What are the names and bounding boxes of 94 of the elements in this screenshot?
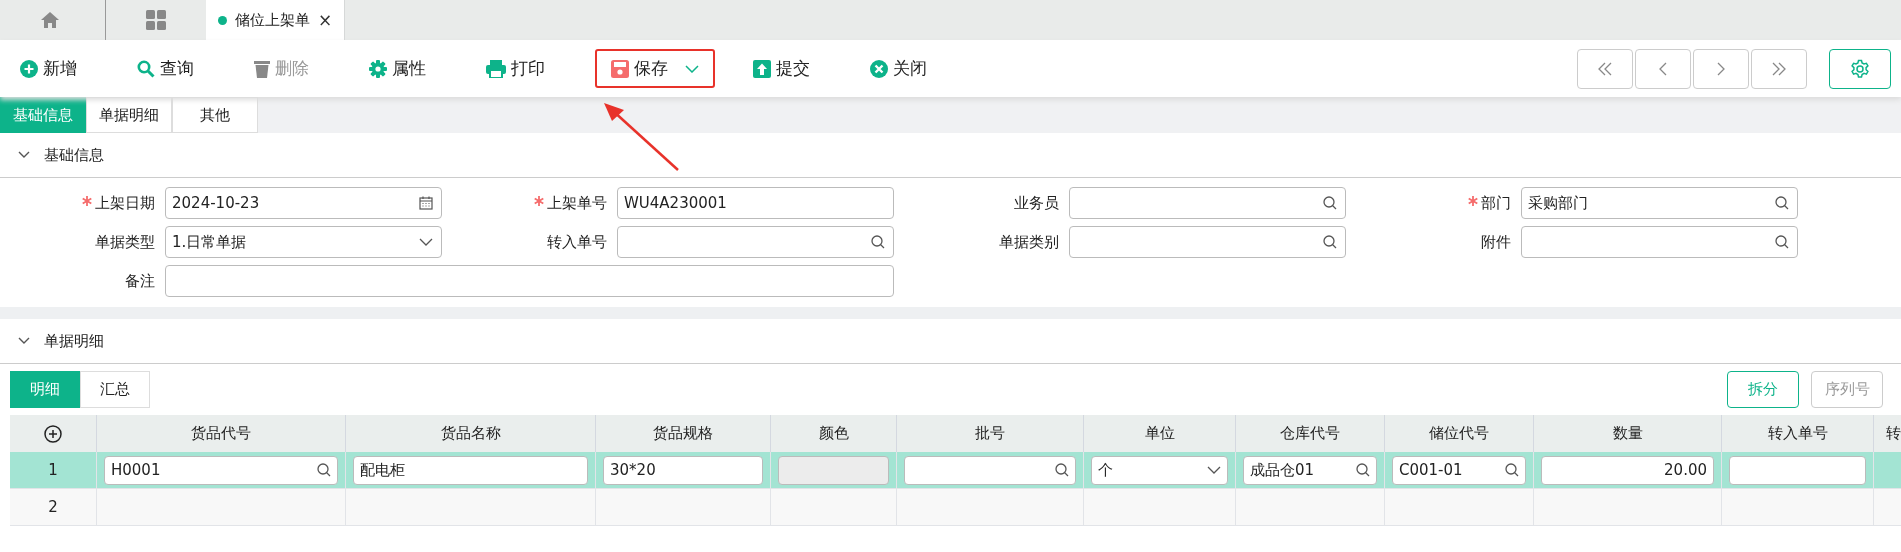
cell-input[interactable]: H0001 <box>104 455 338 485</box>
upload-icon <box>753 59 771 78</box>
form-tab[interactable]: 单据明细 <box>86 97 172 133</box>
section-header[interactable]: 单据明细 <box>0 319 1901 364</box>
plus-icon <box>20 59 38 78</box>
toolbar-button[interactable]: 属性 <box>359 49 436 88</box>
toolbar-button[interactable]: 打印 <box>476 49 555 88</box>
toolbar-button[interactable]: 保存 <box>595 49 715 88</box>
field-label: 附件 <box>1480 231 1512 253</box>
home-icon <box>40 11 60 29</box>
search-icon <box>1505 463 1519 477</box>
tab-title: 储位上架单 <box>235 10 310 30</box>
required-asterisk-icon <box>1468 196 1478 206</box>
required-asterisk-icon <box>82 196 92 206</box>
chevron-left-icon <box>1659 61 1667 76</box>
chevron-icon <box>18 151 30 159</box>
cell-input[interactable]: 30*20 <box>603 455 763 485</box>
toolbar-button[interactable]: 提交 <box>743 49 820 88</box>
status-dot-icon <box>218 15 227 25</box>
toolbar-button[interactable]: 新增 <box>10 49 87 88</box>
input-field[interactable] <box>617 226 894 258</box>
toolbar-button[interactable]: 查询 <box>127 49 204 88</box>
column-header: 单位 <box>1084 415 1236 452</box>
chevron-down-icon <box>419 238 433 246</box>
trash-icon <box>254 59 270 78</box>
column-header: 转入单号 <box>1722 415 1874 452</box>
input-field[interactable]: 2024-10-23 <box>165 187 442 219</box>
field-label: 上架日期 <box>0 187 165 219</box>
grid-icon <box>146 10 166 30</box>
search-icon <box>1323 196 1337 210</box>
input-field[interactable] <box>1069 226 1346 258</box>
cell-input[interactable]: C001-01 <box>1392 455 1526 485</box>
search-icon <box>871 235 885 249</box>
detail-tab[interactable]: 汇总 <box>80 371 150 408</box>
field-label: 单据类型 <box>94 231 156 253</box>
cell-input[interactable]: 个 <box>1091 455 1228 485</box>
settings-button[interactable] <box>1829 48 1891 89</box>
input-field[interactable] <box>1069 187 1346 219</box>
search-icon <box>1055 463 1069 477</box>
cell-input[interactable]: 20.00 <box>1541 455 1714 485</box>
cell-input[interactable] <box>1729 455 1866 485</box>
search-icon <box>1775 235 1789 249</box>
column-header: 货品规格 <box>596 415 771 452</box>
printer-icon <box>486 59 506 78</box>
field-label: 业务员 <box>1013 192 1060 214</box>
search-icon <box>317 463 331 477</box>
required-asterisk-icon <box>534 196 544 206</box>
row-number[interactable]: 1 <box>10 452 97 489</box>
field-label: 单据类别 <box>998 231 1060 253</box>
search-icon <box>137 59 155 78</box>
field-label: 转入单号 <box>546 231 608 253</box>
previous-button[interactable] <box>1635 48 1691 89</box>
column-header: 颜色 <box>771 415 897 452</box>
next-button[interactable] <box>1693 48 1749 89</box>
chevron-down-icon <box>1207 466 1221 474</box>
input-field[interactable]: 采购部门 <box>1521 187 1798 219</box>
first-page-button[interactable] <box>1577 48 1633 89</box>
cell-input[interactable]: 成品仓01 <box>1243 455 1377 485</box>
input-field[interactable]: 1.日常单据 <box>165 226 442 258</box>
column-header: 批号 <box>897 415 1084 452</box>
last-page-button[interactable] <box>1751 48 1807 89</box>
field-label: 上架单号 <box>452 187 617 219</box>
chevron-down-icon <box>685 64 699 73</box>
field-label: 部门 <box>1356 187 1521 219</box>
column-header: 转 <box>1874 415 1901 452</box>
column-header: 仓库代号 <box>1236 415 1385 452</box>
add-row-icon[interactable] <box>44 424 62 443</box>
cell-input[interactable]: 配电柜 <box>353 455 588 485</box>
double-chevron-left-icon <box>1598 61 1612 76</box>
field-label: 备注 <box>124 270 156 292</box>
input-field[interactable]: WU4A230001 <box>617 187 894 219</box>
form-tab[interactable]: 其他 <box>172 97 258 133</box>
double-chevron-right-icon <box>1772 61 1786 76</box>
column-header: 数量 <box>1534 415 1722 452</box>
search-icon <box>1356 463 1370 477</box>
input-field[interactable] <box>1521 226 1798 258</box>
chevron-right-icon <box>1717 61 1725 76</box>
input-field[interactable] <box>165 265 894 297</box>
gear-icon <box>369 59 387 78</box>
cell-input[interactable] <box>904 455 1076 485</box>
settings-icon <box>1850 58 1870 79</box>
chevron-icon <box>18 337 30 345</box>
page-tab[interactable]: 储位上架单 × <box>206 0 346 40</box>
column-header: 货品名称 <box>346 415 596 452</box>
toolbar-button[interactable]: 关闭 <box>860 49 937 88</box>
close-icon[interactable]: × <box>318 10 333 30</box>
search-icon <box>1323 235 1337 249</box>
close-icon <box>870 59 888 78</box>
row-number[interactable]: 2 <box>10 489 97 526</box>
column-header: 货品代号 <box>97 415 346 452</box>
column-header: 储位代号 <box>1385 415 1534 452</box>
calendar-icon <box>419 196 433 210</box>
section-header[interactable]: 基础信息 <box>0 133 1901 178</box>
search-icon <box>1775 196 1789 210</box>
